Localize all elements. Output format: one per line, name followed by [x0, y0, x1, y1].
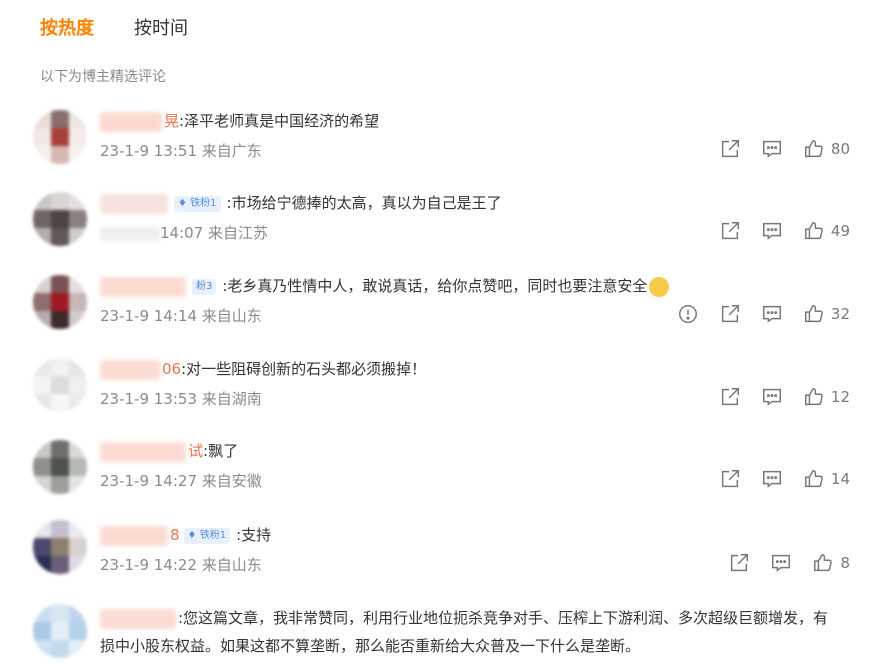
comment-icon [762, 222, 781, 240]
comment-meta: 23-1-9 13:53 来自湖南 [100, 390, 262, 408]
like-count: 12 [830, 388, 850, 406]
username[interactable] [100, 193, 168, 214]
tab-by-time[interactable]: 按时间 [134, 16, 188, 42]
comment-icon [762, 388, 781, 406]
share-icon [721, 305, 739, 323]
comment-icon [762, 470, 781, 488]
avatar[interactable] [33, 275, 87, 329]
like-count: 80 [830, 140, 850, 158]
username[interactable] [100, 525, 168, 546]
comment-actions: 49 [719, 220, 850, 242]
tab-by-popularity[interactable]: 按热度 [40, 16, 94, 42]
watermark [590, 652, 850, 668]
like-count: 49 [830, 222, 850, 240]
thumb-up-icon [804, 470, 823, 488]
share-icon [731, 554, 749, 572]
comment-meta: 23-1-9 14:22 来自山东 [100, 556, 262, 574]
comment-text: :市场给宁德捧的太高，真以为自己是王了 [226, 194, 502, 212]
avatar[interactable] [33, 440, 87, 494]
comment-text: :泽平老师真是中国经济的希望 [179, 112, 380, 130]
username-tail[interactable]: 晃 [164, 112, 179, 130]
comment-icon [772, 554, 791, 572]
comment-actions: 12 [719, 386, 850, 408]
comment-text: :老乡真乃性情中人，敢说真话，给你点赞吧，同时也要注意安全 [222, 277, 648, 295]
comment-actions: 32 [677, 303, 850, 325]
username[interactable] [100, 359, 160, 380]
share-icon [721, 388, 739, 406]
thumb-up-icon [804, 222, 823, 240]
comment-text: :您这篇文章，我非常赞同，利用行业地位扼杀竞争对手、压榨上下游利润、多次超级巨额… [100, 609, 829, 655]
comment-icon [762, 305, 781, 323]
thumb-up-icon [804, 140, 823, 158]
comment-text: :支持 [236, 526, 272, 544]
like-count: 32 [830, 305, 850, 323]
like-button[interactable]: 49 [803, 220, 850, 242]
fan-badge: ♦ 铁粉1 [174, 195, 221, 212]
reply-button[interactable] [761, 138, 783, 160]
avatar[interactable] [33, 358, 87, 412]
comment-text: :对一些阻碍创新的石头都必须搬掉！ [181, 360, 427, 378]
share-button[interactable] [719, 303, 741, 325]
comment-actions: 80 [719, 138, 850, 160]
thumb-up-icon [804, 305, 823, 323]
like-button[interactable]: 12 [803, 386, 850, 408]
laugh-emoji-icon [649, 276, 670, 297]
share-button[interactable] [719, 138, 741, 160]
sort-tabs: 按热度 按时间 [40, 16, 188, 42]
avatar[interactable] [33, 192, 87, 246]
report-button[interactable] [677, 303, 699, 325]
username[interactable] [100, 111, 162, 132]
avatar[interactable] [33, 604, 87, 658]
comment-meta: 14:07 来自江苏 [100, 222, 268, 243]
comment-meta: 23-1-9 13:51 来自广东 [100, 142, 262, 160]
fan-badge: ♦ 铁粉1 [183, 527, 231, 544]
comment-meta: 23-1-9 14:14 来自山东 [100, 307, 262, 325]
thumb-up-icon [804, 388, 823, 406]
report-icon [678, 305, 697, 323]
like-count: 8 [840, 554, 850, 572]
share-button[interactable] [719, 386, 741, 408]
reply-button[interactable] [761, 303, 783, 325]
like-button[interactable]: 14 [803, 468, 850, 490]
like-button[interactable]: 80 [803, 138, 850, 160]
comment-actions: 8 [728, 552, 850, 574]
comment-icon [762, 140, 781, 158]
username-tail[interactable]: 试 [188, 442, 203, 460]
like-button[interactable]: 8 [812, 552, 850, 574]
comment-meta: 23-1-9 14:27 来自安徽 [100, 472, 262, 490]
reply-button[interactable] [770, 552, 792, 574]
share-button[interactable] [728, 552, 750, 574]
avatar[interactable] [33, 110, 87, 164]
comment-text: :飘了 [203, 442, 239, 460]
username-tail[interactable]: 8 [170, 526, 180, 544]
share-icon [721, 140, 739, 158]
like-count: 14 [830, 470, 850, 488]
username-tail[interactable]: 06 [162, 360, 181, 378]
thumb-up-icon [814, 554, 833, 572]
reply-button[interactable] [761, 386, 783, 408]
like-button[interactable]: 32 [803, 303, 850, 325]
share-button[interactable] [719, 220, 741, 242]
avatar[interactable] [33, 520, 87, 574]
featured-comments-label: 以下为博主精选评论 [40, 69, 166, 85]
username[interactable] [100, 276, 186, 297]
share-icon [721, 222, 739, 240]
reply-button[interactable] [761, 468, 783, 490]
fan-badge: 粉3 [192, 278, 217, 295]
reply-button[interactable] [761, 220, 783, 242]
username[interactable] [100, 441, 186, 462]
username[interactable] [100, 608, 176, 629]
comment-actions: 14 [719, 468, 850, 490]
share-icon [721, 470, 739, 488]
share-button[interactable] [719, 468, 741, 490]
